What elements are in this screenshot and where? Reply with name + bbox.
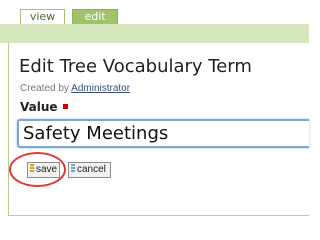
value-label-text: Value xyxy=(20,100,58,114)
cancel-icon xyxy=(71,164,75,173)
save-icon xyxy=(30,164,34,173)
header-band xyxy=(0,24,309,43)
cancel-button-label: cancel xyxy=(77,164,106,175)
save-button-label: save xyxy=(36,164,58,175)
page-title: Edit Tree Vocabulary Term xyxy=(19,56,252,77)
tab-bar: view edit xyxy=(0,0,309,25)
value-field-label: Value xyxy=(20,100,68,114)
tab-view[interactable]: view xyxy=(20,9,65,25)
save-button[interactable]: save xyxy=(27,162,60,178)
created-by-prefix: Created by xyxy=(20,83,69,94)
value-input[interactable] xyxy=(17,119,309,148)
page: view edit Edit Tree Vocabulary Term Crea… xyxy=(0,0,309,230)
required-marker-icon xyxy=(62,104,68,109)
tab-edit[interactable]: edit xyxy=(72,9,118,25)
created-by-line: Created by Administrator xyxy=(20,83,130,95)
cancel-button[interactable]: cancel xyxy=(68,162,111,178)
author-link[interactable]: Administrator xyxy=(71,83,130,94)
